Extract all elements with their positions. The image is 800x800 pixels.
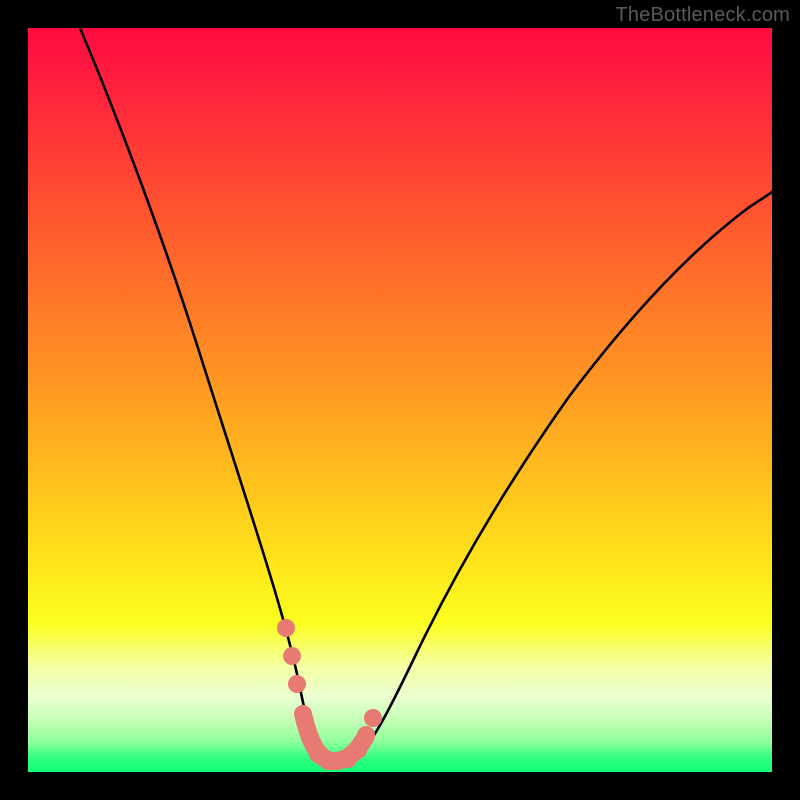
highlight-valley-stroke (304, 718, 366, 761)
bottleneck-curve (80, 28, 772, 761)
plot-area (28, 28, 772, 772)
watermark-text: TheBottleneck.com (615, 4, 790, 27)
curve-layer (28, 28, 772, 772)
chart-frame: TheBottleneck.com (0, 0, 800, 800)
